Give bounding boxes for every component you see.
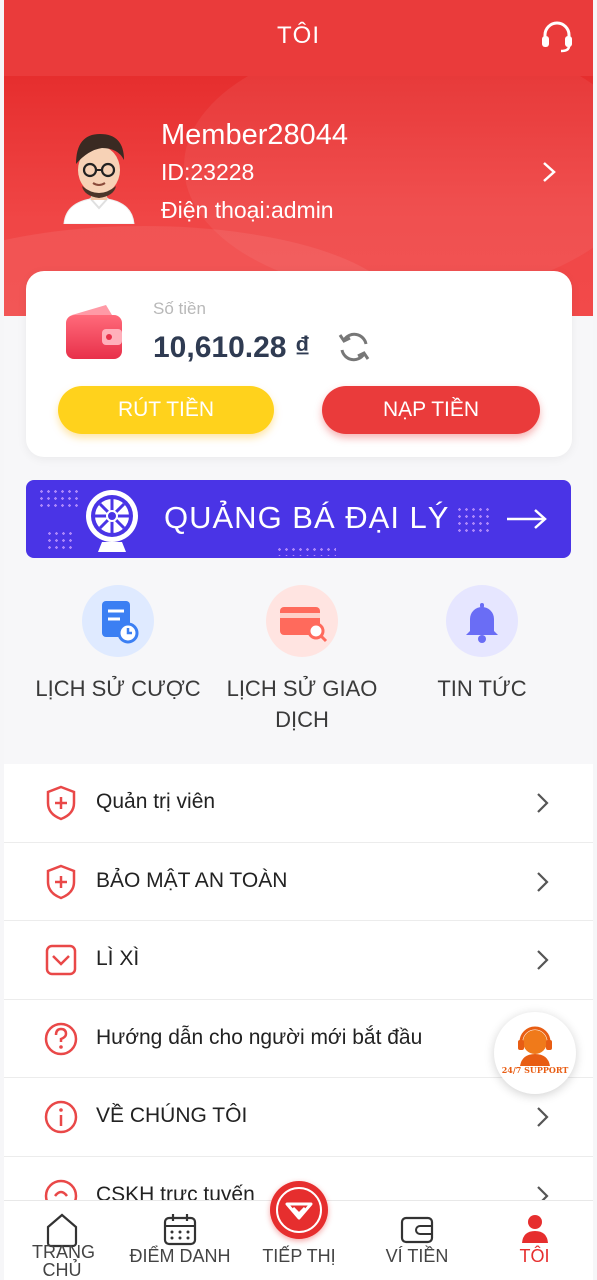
wallet-icon [400,1216,434,1244]
menu-label: Quản trị viên [96,790,216,813]
bet-history-icon [82,585,154,657]
menu-label: Hướng dẫn cho người mới bắt đầu [96,1025,423,1049]
lucky-wheel-icon [86,490,138,552]
shield-plus-icon [46,864,76,899]
quick-bet-history[interactable]: LỊCH SỬ CƯỢC [20,585,216,704]
shield-plus-icon [46,785,76,821]
arrow-right-icon [507,509,547,529]
nav-wallet[interactable]: VÍ TIỀN [358,1201,476,1280]
banner-text: QUẢNG BÁ ĐẠI LÝ [164,500,450,535]
info-icon [44,1101,78,1134]
chevron-right-icon [537,1107,549,1128]
user-id: ID:23228 [161,159,255,185]
chevron-right-icon[interactable] [541,160,557,184]
withdraw-button[interactable]: RÚT TIỀN [58,386,274,434]
quick-label: LỊCH SỬ CƯỢC [35,676,201,701]
avatar [63,134,135,224]
nav-marketing[interactable]: TIẾP THỊ [240,1181,358,1280]
menu-label: LÌ XÌ [96,947,140,971]
wallet-icon [66,305,122,359]
support-text: 24/7 SUPPORT [501,1065,569,1075]
nav-me[interactable]: TÔI [476,1201,593,1280]
bottom-nav: TRANG CHỦ ĐIỂM DANH TIẾP THỊ VÍ TIỀN TÔI [4,1181,593,1280]
menu-item-lixi[interactable]: LÌ XÌ [4,921,593,1000]
menu-label: VỀ CHÚNG TÔI [96,1104,248,1128]
top-bar: TÔI [4,0,593,76]
quick-label: TIN TỨC [437,676,527,701]
settings-menu: Quản trị viên BẢO MẬT AN TOÀN LÌ XÌ Hướn… [4,764,593,1236]
bell-icon [446,585,518,657]
floating-support-button[interactable]: 24/7 SUPPORT [494,1012,576,1094]
headset-icon[interactable] [539,18,575,54]
quick-transaction-history[interactable]: LỊCH SỬ GIAO DỊCH [204,585,400,735]
profile-page: TÔI Member28044 ID:23228 Điện thoại:admi… [4,0,593,1280]
support-agent-icon [518,1026,552,1066]
nav-label: TRANG CHỦ [32,1242,95,1280]
balance-card: Số tiền 10,610.28 ₫ RÚT TIỀN NẠP TIỀN [26,271,572,457]
balance-value: 10,610.28 ₫ [153,331,311,364]
quick-label: LỊCH SỬ GIAO DỊCH [226,676,378,732]
chevron-right-icon [537,950,549,970]
user-icon [521,1215,548,1243]
quick-news[interactable]: TIN TỨC [384,585,580,704]
marketing-icon [270,1181,328,1239]
transaction-history-icon [266,585,338,657]
balance-label: Số tiền [153,299,206,318]
deposit-button[interactable]: NẠP TIỀN [322,386,540,434]
nav-checkin[interactable]: ĐIỂM DANH [120,1201,240,1280]
nav-label: ĐIỂM DANH [129,1246,231,1266]
refresh-icon[interactable] [336,329,372,365]
calendar-icon [163,1214,197,1246]
agent-promo-banner[interactable]: QUẢNG BÁ ĐẠI LÝ [26,480,571,558]
page-title: TÔI [277,22,320,49]
nav-label: TIẾP THỊ [262,1246,336,1266]
menu-item-security[interactable]: BẢO MẬT AN TOÀN [4,843,593,922]
question-icon [44,1022,78,1056]
user-phone: Điện thoại:admin [161,197,334,223]
quick-actions: LỊCH SỬ CƯỢC LỊCH SỬ GIAO DỊCH TIN TỨC [4,585,593,755]
menu-label: BẢO MẬT AN TOÀN [96,868,288,892]
nav-label: VÍ TIỀN [385,1246,449,1266]
chevron-right-icon [537,793,549,813]
chevron-right-icon [537,871,549,892]
menu-item-about[interactable]: VỀ CHÚNG TÔI [4,1078,593,1157]
menu-item-admin[interactable]: Quản trị viên [4,764,593,843]
nav-home[interactable]: TRANG CHỦ [4,1201,120,1280]
envelope-icon [45,944,77,976]
nav-label: TÔI [519,1246,550,1266]
username: Member28044 [161,119,348,151]
